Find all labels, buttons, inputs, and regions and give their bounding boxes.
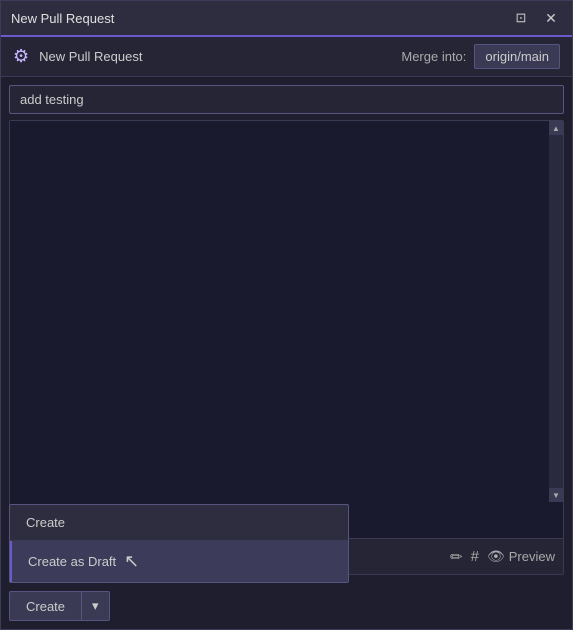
pin-icon: ⊡ bbox=[516, 10, 527, 26]
scrollbar-track: ▲ ▼ bbox=[549, 121, 563, 502]
title-bar-left: New Pull Request bbox=[11, 11, 114, 26]
create-button[interactable]: Create bbox=[9, 591, 81, 621]
pr-title-input[interactable] bbox=[9, 85, 564, 114]
dropdown-arrow-icon: ▾ bbox=[92, 598, 99, 614]
dropdown-item-create[interactable]: Create bbox=[10, 505, 348, 540]
pin-button[interactable]: ⊡ bbox=[510, 7, 532, 29]
preview-icon: 👁 bbox=[487, 548, 505, 565]
merge-into-group: Merge into: origin/main bbox=[401, 44, 560, 69]
grid-icon[interactable]: # bbox=[471, 548, 479, 565]
create-dropdown-menu: Create Create as Draft ↖ bbox=[9, 504, 349, 583]
edit-icon[interactable]: ✏ bbox=[450, 548, 463, 566]
close-button[interactable]: ✕ bbox=[540, 7, 562, 29]
cursor-icon: ↖ bbox=[124, 551, 139, 572]
dropdown-item-create-as-draft[interactable]: Create as Draft ↖ bbox=[10, 541, 348, 582]
scrollbar-up-button[interactable]: ▲ bbox=[549, 121, 563, 135]
title-bar: New Pull Request ⊡ ✕ bbox=[1, 1, 572, 37]
preview-button[interactable]: 👁 Preview bbox=[487, 548, 555, 565]
toolbar: ⚙ New Pull Request Merge into: origin/ma… bbox=[1, 37, 572, 77]
dropdown-create-label: Create bbox=[26, 515, 65, 530]
close-icon: ✕ bbox=[545, 10, 557, 27]
bottom-area: Create Create as Draft ↖ Create ▾ bbox=[1, 583, 572, 629]
preview-label: Preview bbox=[509, 549, 555, 564]
create-dropdown-toggle[interactable]: ▾ bbox=[81, 591, 110, 621]
merge-into-label: Merge into: bbox=[401, 49, 466, 64]
pull-request-icon: ⚙ bbox=[13, 46, 29, 67]
toolbar-label: New Pull Request bbox=[39, 49, 142, 64]
window-title: New Pull Request bbox=[11, 11, 114, 26]
dropdown-draft-label: Create as Draft bbox=[28, 554, 116, 569]
create-button-group: Create ▾ bbox=[9, 591, 179, 621]
window: New Pull Request ⊡ ✕ ⚙ New Pull Request … bbox=[0, 0, 573, 630]
merge-branch-button[interactable]: origin/main bbox=[474, 44, 560, 69]
scrollbar-down-button[interactable]: ▼ bbox=[549, 488, 563, 502]
title-bar-actions: ⊡ ✕ bbox=[510, 7, 562, 29]
description-textarea[interactable] bbox=[10, 121, 563, 538]
